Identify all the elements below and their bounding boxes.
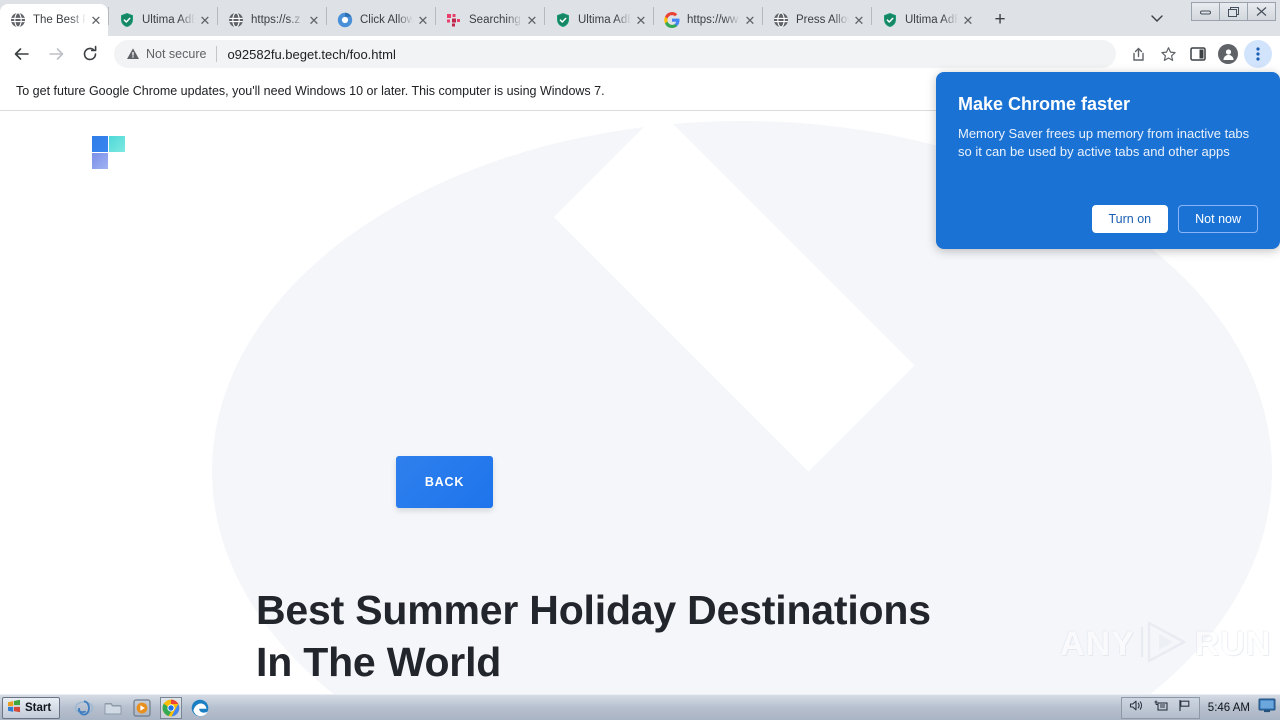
watermark-text-left: ANY (1060, 625, 1135, 663)
chrome-menu-icon[interactable] (1244, 40, 1272, 68)
forward-button[interactable] (42, 40, 70, 68)
logo-square-2 (109, 136, 125, 152)
promo-actions: Turn on Not now (1091, 205, 1258, 233)
tab-close-icon[interactable]: ✕ (960, 12, 976, 28)
url-text: o92582fu.beget.tech/foo.html (227, 46, 396, 62)
site-logo (92, 136, 126, 170)
tab-7[interactable]: Press Allow ✕ (763, 4, 871, 36)
globe-icon (10, 12, 26, 28)
not-now-button[interactable]: Not now (1178, 205, 1258, 233)
profile-icon[interactable] (1214, 40, 1242, 68)
tab-3[interactable]: Click Allow ✕ (327, 4, 435, 36)
media-player-icon[interactable] (132, 698, 152, 718)
security-text: Not secure (146, 47, 207, 61)
internet-explorer-icon[interactable] (74, 698, 94, 718)
share-icon[interactable] (1124, 40, 1152, 68)
bookmark-star-icon[interactable] (1154, 40, 1182, 68)
start-label: Start (25, 701, 52, 714)
shield-icon (882, 12, 898, 28)
tab-close-icon[interactable]: ✕ (851, 12, 867, 28)
system-tray: 5:46 AM (1120, 696, 1280, 719)
side-panel-icon[interactable] (1184, 40, 1212, 68)
tab-title: Ultima AdBl (142, 14, 195, 26)
tab-5[interactable]: Ultima AdBl ✕ (545, 4, 653, 36)
volume-icon[interactable] (1129, 699, 1144, 717)
tab-0[interactable]: The Best Pl ✕ (0, 4, 108, 36)
restore-button[interactable] (1219, 2, 1248, 21)
tab-close-icon[interactable]: ✕ (742, 12, 758, 28)
play-triangle-icon (1139, 620, 1191, 669)
chrome-icon (337, 12, 353, 28)
globe-icon (228, 12, 244, 28)
tab-title: Ultima AdBl (905, 14, 958, 26)
back-button[interactable] (8, 40, 36, 68)
logo-square-3 (92, 153, 108, 169)
edge-icon[interactable] (190, 698, 210, 718)
shield-icon (119, 12, 135, 28)
tab-close-icon[interactable]: ✕ (524, 12, 540, 28)
tab-title: Press Allow (796, 14, 849, 26)
memory-saver-promo: Make Chrome faster Memory Saver frees up… (936, 72, 1280, 249)
tab-close-icon[interactable]: ✕ (633, 12, 649, 28)
reload-button[interactable] (76, 40, 104, 68)
tab-search-icon[interactable] (1144, 6, 1170, 32)
back-page-button[interactable]: BACK (396, 456, 493, 508)
promo-title: Make Chrome faster (958, 94, 1131, 114)
start-button[interactable]: Start (2, 696, 61, 719)
tab-title: https://ww (687, 14, 739, 26)
flag-icon[interactable] (1177, 699, 1192, 717)
tab-title: https://s.z (251, 14, 301, 26)
tab-6[interactable]: https://ww ✕ (654, 4, 762, 36)
taskbar-clock[interactable]: 5:46 AM (1208, 702, 1250, 714)
tab-strip: The Best Pl ✕ Ultima AdBl ✕ https://s.z … (0, 0, 1280, 36)
security-indicator[interactable]: Not secure (126, 47, 206, 61)
page-title: Best Summer Holiday Destinations In The … (256, 587, 931, 685)
browser-toolbar: Not secure o92582fu.beget.tech/foo.html (0, 36, 1280, 72)
show-desktop-button[interactable] (1258, 698, 1276, 718)
google-icon (664, 12, 680, 28)
windows-taskbar: Start 5:46 AM (0, 694, 1280, 720)
tab-title: Ultima AdBl (578, 14, 631, 26)
chrome-icon[interactable] (160, 696, 183, 719)
infobar-message: To get future Google Chrome updates, you… (16, 84, 605, 98)
new-tab-button[interactable]: + (986, 6, 1014, 34)
tab-close-icon[interactable]: ✕ (306, 12, 322, 28)
windows-logo-icon (7, 699, 21, 716)
tab-close-icon[interactable]: ✕ (197, 12, 213, 28)
tab-1[interactable]: Ultima AdBl ✕ (109, 4, 217, 36)
address-bar[interactable]: Not secure o92582fu.beget.tech/foo.html (114, 40, 1116, 68)
tab-title: Searching f (469, 14, 522, 26)
bing-icon (446, 12, 462, 28)
omnibox-divider (216, 46, 218, 62)
turn-on-button[interactable]: Turn on (1091, 205, 1169, 233)
globe-icon (773, 12, 789, 28)
browser-window: The Best Pl ✕ Ultima AdBl ✕ https://s.z … (0, 0, 1280, 720)
avatar (1218, 44, 1238, 64)
minimize-button[interactable] (1191, 2, 1220, 21)
warning-triangle-icon (127, 48, 139, 59)
network-icon[interactable] (1153, 699, 1168, 717)
logo-square-1 (92, 136, 108, 152)
close-button[interactable] (1247, 2, 1276, 21)
tab-close-icon[interactable]: ✕ (415, 12, 431, 28)
tab-title: The Best Pl (33, 14, 86, 26)
tab-4[interactable]: Searching f ✕ (436, 4, 544, 36)
tab-title: Click Allow (360, 14, 413, 26)
tab-8[interactable]: Ultima AdBl ✕ (872, 4, 980, 36)
explorer-icon[interactable] (103, 698, 123, 718)
tab-close-icon[interactable]: ✕ (88, 12, 104, 28)
window-controls (1191, 2, 1276, 21)
shield-icon (555, 12, 571, 28)
quick-launch-bar (74, 696, 210, 719)
tray-icons (1120, 696, 1200, 719)
promo-body: Memory Saver frees up memory from inacti… (958, 126, 1250, 159)
watermark-text-right: RUN (1194, 625, 1272, 663)
anyrun-watermark: ANY RUN (1060, 620, 1271, 669)
tab-2[interactable]: https://s.z ✕ (218, 4, 326, 36)
